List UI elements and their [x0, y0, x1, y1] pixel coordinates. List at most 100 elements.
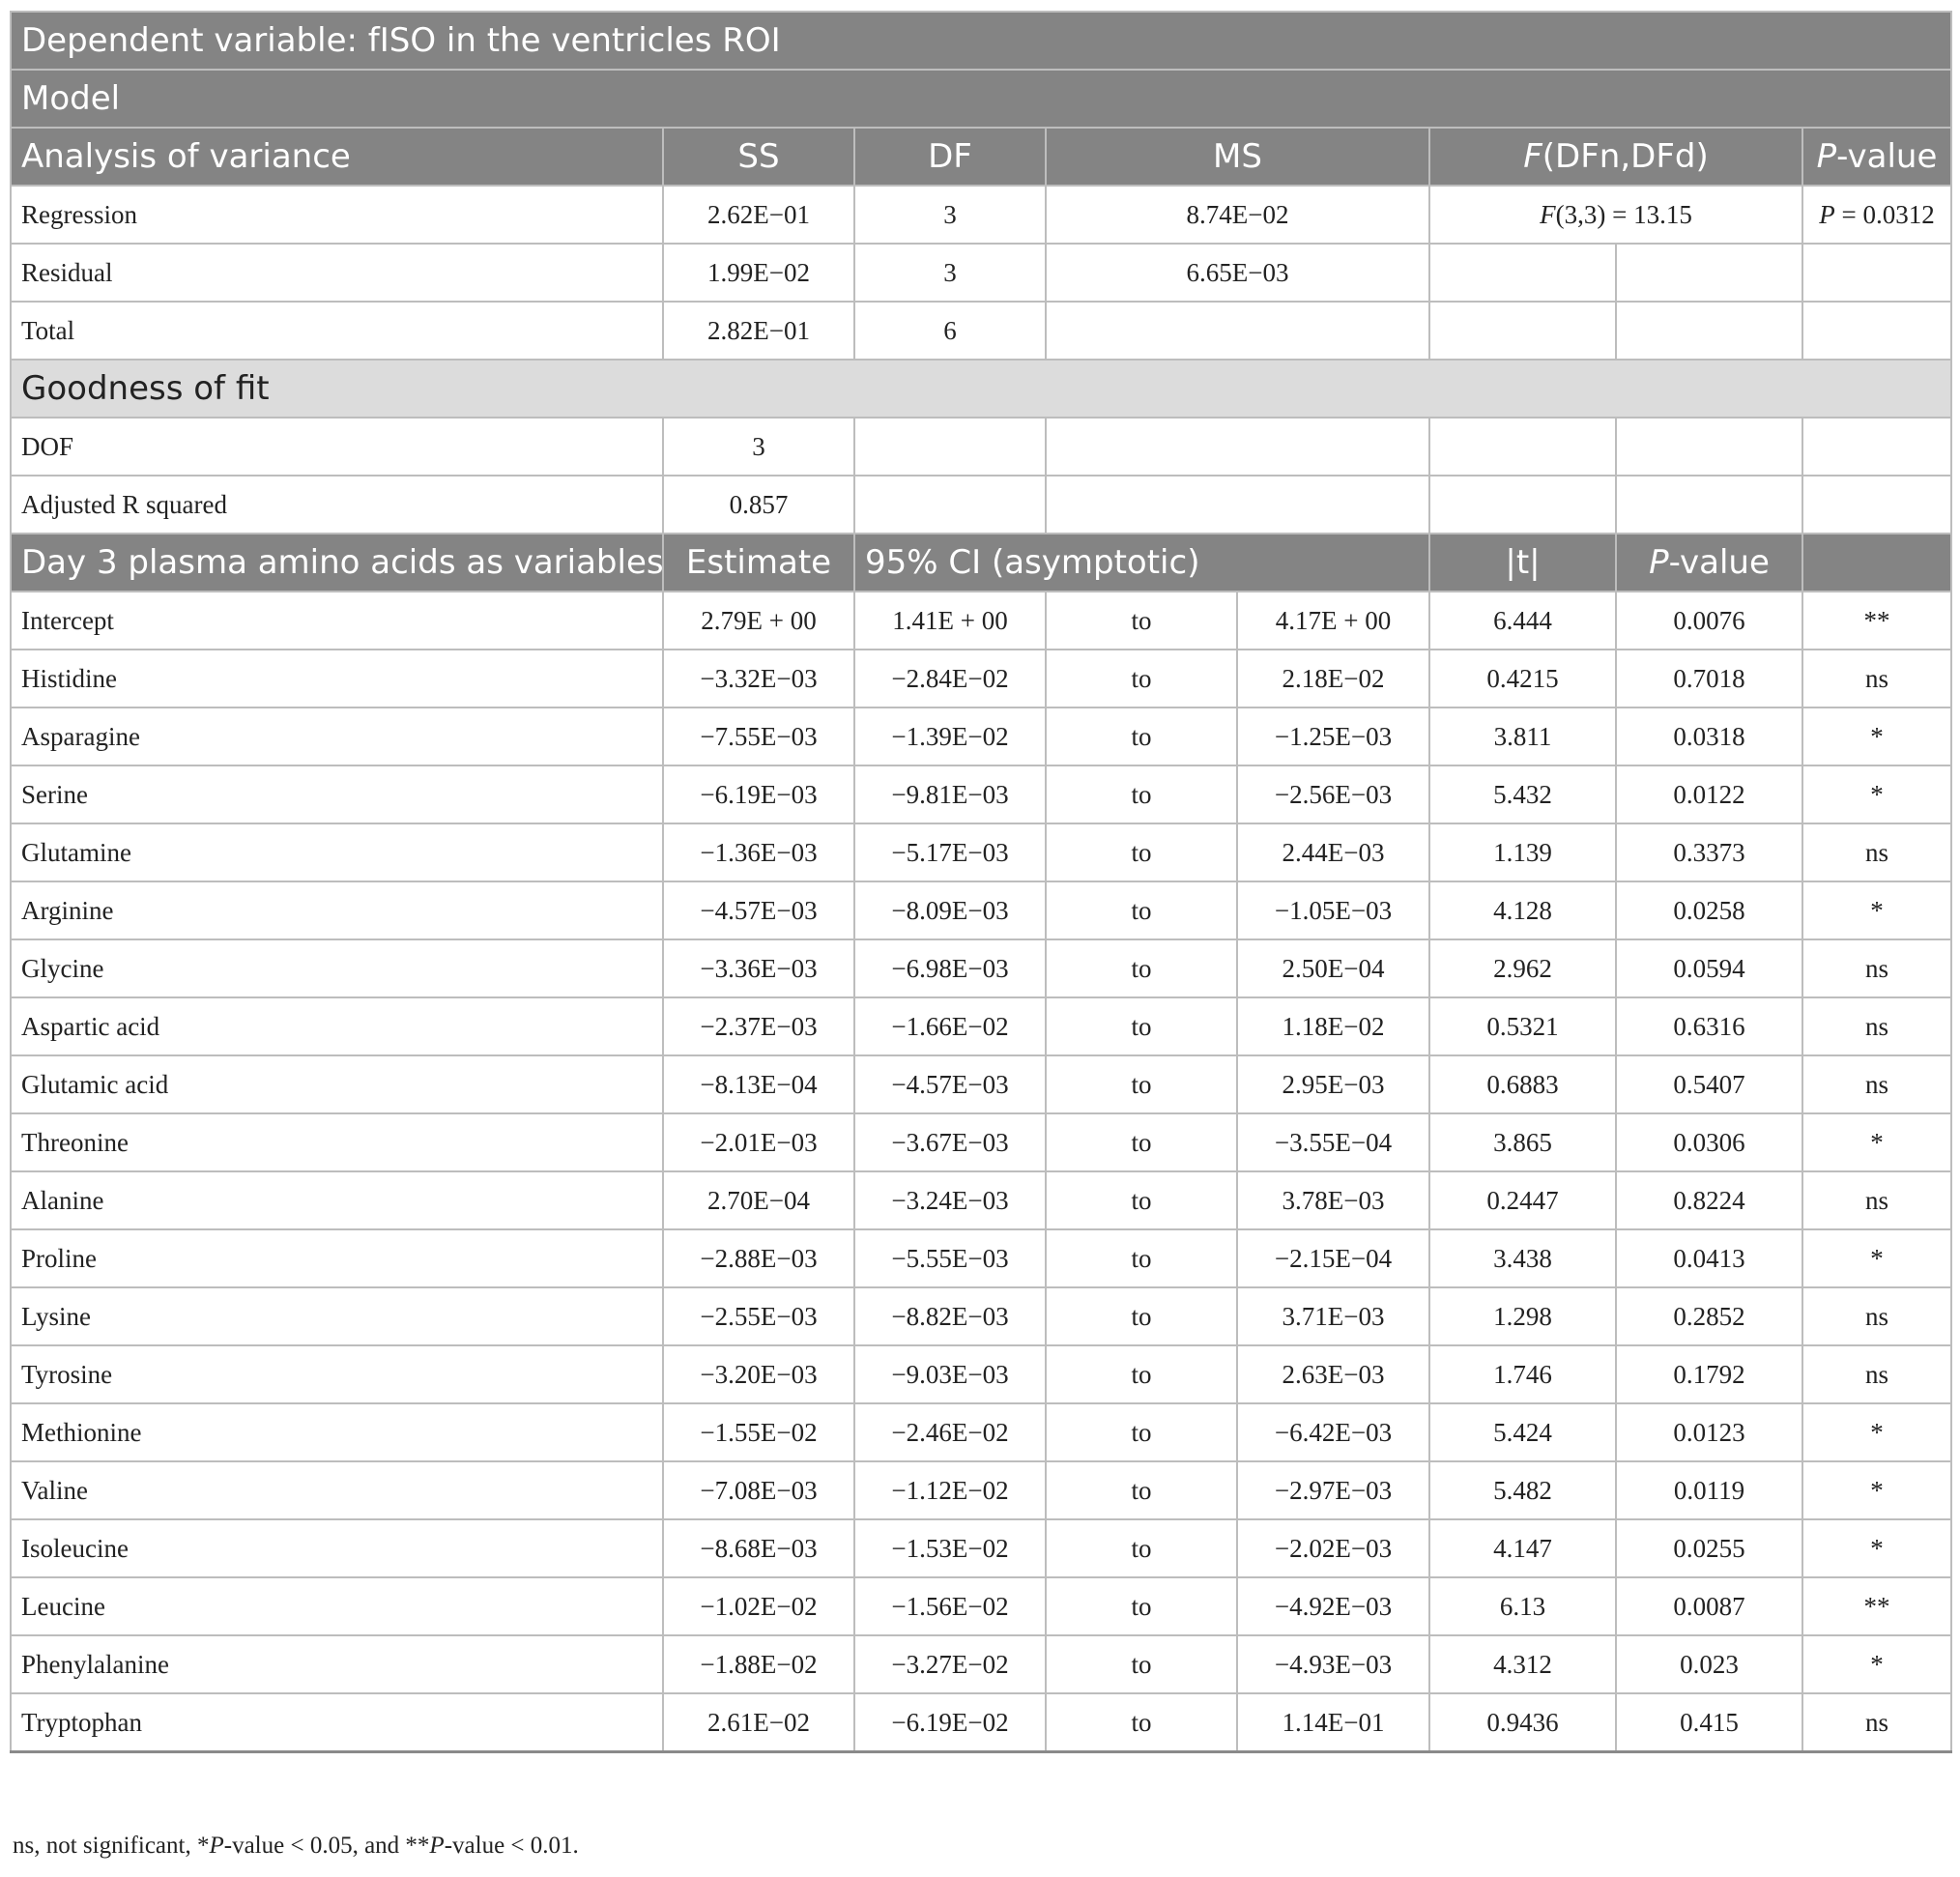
variable-significance: * — [1801, 881, 1953, 940]
variable-ci-to: to — [1045, 1112, 1238, 1172]
variable-significance: ns — [1801, 996, 1953, 1056]
goodness-row: DOF 3 — [10, 417, 1953, 476]
variable-significance: ** — [1801, 1576, 1953, 1636]
variable-ci-high: 2.44E−03 — [1236, 823, 1430, 882]
anova-row-ss: 2.82E−01 — [662, 301, 855, 361]
variable-estimate: −4.57E−03 — [662, 881, 855, 940]
anova-row-label: Residual — [10, 243, 664, 303]
variable-name: Valine — [10, 1460, 664, 1520]
variable-ci-high: −2.97E−03 — [1236, 1460, 1430, 1520]
anova-row-ss: 2.62E−01 — [662, 185, 855, 245]
goodness-row-value: 0.857 — [662, 475, 855, 534]
variable-ci-high: −1.05E−03 — [1236, 881, 1430, 940]
anova-row: Regression 2.62E−01 3 8.74E−02 F(3,3) = 13.1… — [10, 185, 1953, 245]
variable-ci-high: −2.02E−03 — [1236, 1518, 1430, 1578]
variable-ci-low: −4.57E−03 — [853, 1054, 1047, 1114]
table-row: Arginine −4.57E−03 −8.09E−03 to −1.05E−03 4.1… — [10, 881, 1953, 940]
variable-name: Glutamine — [10, 823, 664, 882]
variable-t: 2.962 — [1428, 938, 1617, 998]
variable-t: 6.13 — [1428, 1576, 1617, 1636]
variable-p: 0.0119 — [1615, 1460, 1803, 1520]
table-row: Tryptophan 2.61E−02 −6.19E−02 to 1.14E−01 0.9… — [10, 1692, 1953, 1753]
variable-estimate: −7.55E−03 — [662, 707, 855, 766]
variable-name: Tyrosine — [10, 1344, 664, 1404]
anova-row-ms — [1045, 301, 1430, 361]
anova-row-p — [1801, 301, 1953, 361]
anova-header-row: Analysis of variance SS DF MS F(DFn,DFd)… — [10, 127, 1953, 187]
anova-row: Total 2.82E−01 6 — [10, 301, 1953, 361]
variable-ci-to: to — [1045, 1576, 1238, 1636]
variable-p: 0.0413 — [1615, 1228, 1803, 1288]
model-label: Model — [9, 69, 1953, 129]
goodness-row: Adjusted R squared 0.857 — [10, 475, 1953, 534]
table-row: Methionine −1.55E−02 −2.46E−02 to −6.42E−03 5… — [10, 1402, 1953, 1462]
variable-ci-low: −5.55E−03 — [853, 1228, 1047, 1288]
variable-name: Isoleucine — [10, 1518, 664, 1578]
variable-ci-to: to — [1045, 1286, 1238, 1346]
anova-row-f-a — [1428, 301, 1617, 361]
variable-t: 1.139 — [1428, 823, 1617, 882]
variable-significance: * — [1801, 765, 1953, 824]
title-row: Dependent variable: fISO in the ventricl… — [9, 11, 1953, 71]
empty-cell — [1428, 417, 1617, 476]
variable-ci-low: −1.12E−02 — [853, 1460, 1047, 1520]
variable-ci-low: −3.67E−03 — [853, 1112, 1047, 1172]
variable-ci-to: to — [1045, 1170, 1238, 1230]
variable-ci-to: to — [1045, 1460, 1238, 1520]
table-row: Glycine −3.36E−03 −6.98E−03 to 2.50E−04 2.962… — [10, 938, 1953, 998]
variables-header-label: Day 3 plasma amino acids as variables — [10, 533, 664, 592]
variable-name: Glycine — [10, 938, 664, 998]
anova-row-f: F(3,3) = 13.15 — [1428, 185, 1803, 245]
table-row: Histidine −3.32E−03 −2.84E−02 to 2.18E−02 0.4… — [10, 649, 1953, 708]
variable-p: 0.023 — [1615, 1634, 1803, 1694]
variable-p: 0.0076 — [1615, 591, 1803, 650]
empty-cell — [1428, 475, 1617, 534]
variables-header-t: |t| — [1428, 533, 1617, 592]
variable-name: Asparagine — [10, 707, 664, 766]
empty-cell — [1045, 417, 1430, 476]
variable-estimate: −2.37E−03 — [662, 996, 855, 1056]
variable-estimate: −1.36E−03 — [662, 823, 855, 882]
anova-row-df: 6 — [853, 301, 1047, 361]
table-row: Leucine −1.02E−02 −1.56E−02 to −4.92E−03 6.13… — [10, 1576, 1953, 1636]
anova-row-f-b — [1615, 243, 1803, 303]
variable-name: Aspartic acid — [10, 996, 664, 1056]
stats-table-container: Dependent variable: fISO in the ventricl… — [9, 11, 1953, 1753]
variable-ci-high: 4.17E + 00 — [1236, 591, 1430, 650]
variable-ci-high: 2.18E−02 — [1236, 649, 1430, 708]
variable-name: Threonine — [10, 1112, 664, 1172]
variable-estimate: −1.55E−02 — [662, 1402, 855, 1462]
variable-estimate: −2.55E−03 — [662, 1286, 855, 1346]
variable-ci-high: −1.25E−03 — [1236, 707, 1430, 766]
empty-cell — [1801, 475, 1953, 534]
variable-t: 0.6883 — [1428, 1054, 1617, 1114]
variable-estimate: −7.08E−03 — [662, 1460, 855, 1520]
variable-ci-to: to — [1045, 1634, 1238, 1694]
variable-estimate: −3.36E−03 — [662, 938, 855, 998]
variable-estimate: −1.02E−02 — [662, 1576, 855, 1636]
variable-ci-high: 2.63E−03 — [1236, 1344, 1430, 1404]
model-row: Model — [9, 69, 1953, 129]
table-row: Phenylalanine −1.88E−02 −3.27E−02 to −4.93E−… — [10, 1634, 1953, 1694]
variable-ci-low: −9.81E−03 — [853, 765, 1047, 824]
variable-significance: ns — [1801, 1286, 1953, 1346]
variable-name: Leucine — [10, 1576, 664, 1636]
variable-significance: ns — [1801, 938, 1953, 998]
variable-p: 0.8224 — [1615, 1170, 1803, 1230]
variable-significance: * — [1801, 1402, 1953, 1462]
variable-significance: * — [1801, 1518, 1953, 1578]
variable-significance: * — [1801, 1460, 1953, 1520]
variable-p: 0.0594 — [1615, 938, 1803, 998]
empty-cell — [1045, 475, 1430, 534]
variable-ci-high: 2.95E−03 — [1236, 1054, 1430, 1114]
variable-p: 0.1792 — [1615, 1344, 1803, 1404]
variable-ci-to: to — [1045, 1402, 1238, 1462]
variable-p: 0.0087 — [1615, 1576, 1803, 1636]
table-row: Tyrosine −3.20E−03 −9.03E−03 to 2.63E−03 1.74… — [10, 1344, 1953, 1404]
variable-ci-high: −2.56E−03 — [1236, 765, 1430, 824]
variable-ci-to: to — [1045, 1054, 1238, 1114]
variable-t: 4.312 — [1428, 1634, 1617, 1694]
variable-name: Phenylalanine — [10, 1634, 664, 1694]
variable-p: 0.2852 — [1615, 1286, 1803, 1346]
anova-row-ms: 8.74E−02 — [1045, 185, 1430, 245]
